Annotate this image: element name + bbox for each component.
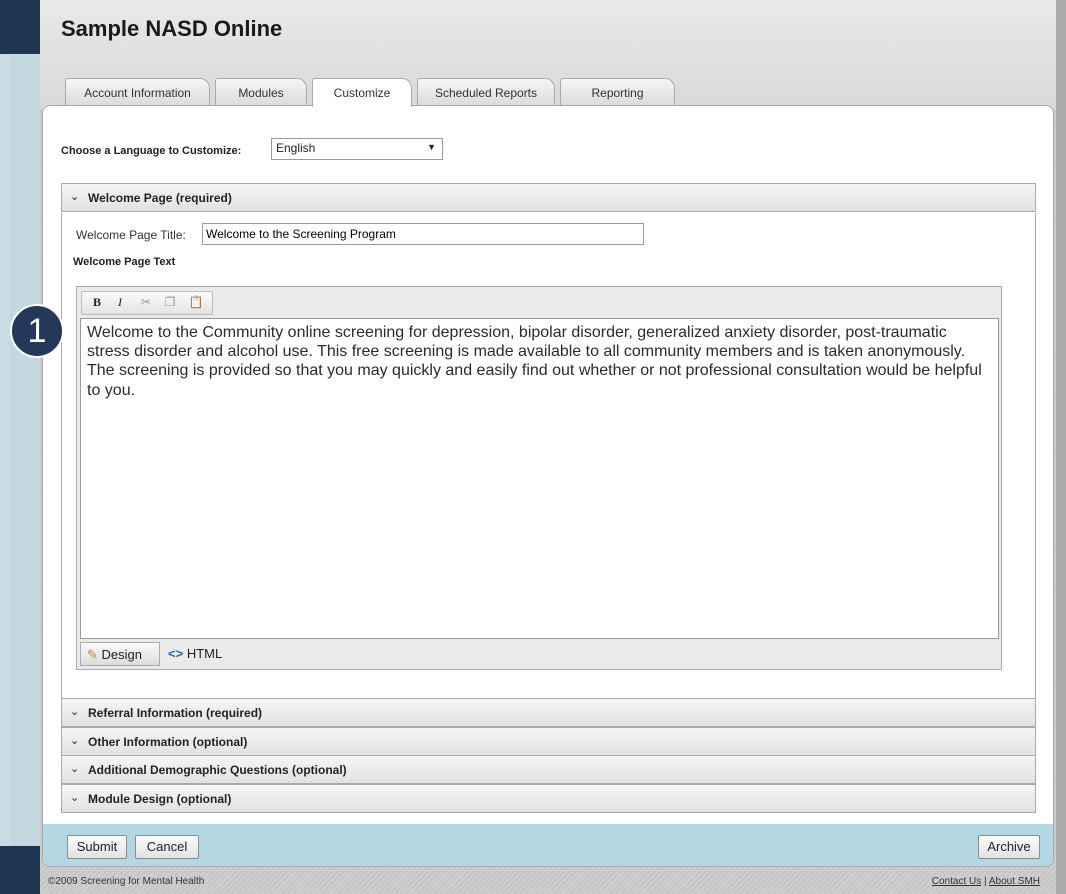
- cut-icon[interactable]: ✂: [136, 295, 156, 313]
- tab-customize[interactable]: Customize: [312, 78, 412, 107]
- copyright-text: ©2009 Screening for Mental Health: [48, 876, 205, 887]
- section-welcome-page-body: Welcome Page Title: Welcome Page Text B …: [61, 213, 1036, 701]
- design-mode-button[interactable]: ✎ Design: [80, 642, 160, 666]
- archive-button[interactable]: Archive: [978, 835, 1040, 859]
- submit-button[interactable]: Submit: [67, 835, 127, 859]
- tab-reporting[interactable]: Reporting: [560, 78, 675, 106]
- left-strip-inner: [10, 54, 40, 846]
- language-selected-value: English: [276, 141, 316, 155]
- tab-label: Account Information: [84, 86, 191, 100]
- section-title: Additional Demographic Questions (option…: [88, 763, 347, 777]
- action-bar: Submit Cancel Archive: [43, 824, 1053, 866]
- html-mode-button[interactable]: <> HTML: [168, 646, 222, 661]
- about-smh-link[interactable]: About SMH: [989, 876, 1040, 887]
- section-module-design-header[interactable]: ⌄ Module Design (optional): [61, 784, 1036, 813]
- chevron-down-icon: ⌄: [70, 763, 80, 775]
- section-title: Welcome Page (required): [88, 191, 232, 205]
- language-select[interactable]: English ▼: [271, 138, 443, 160]
- pencil-icon: ✎: [87, 647, 98, 662]
- customize-panel: Choose a Language to Customize: English …: [42, 105, 1054, 867]
- chevron-down-icon: ⌄: [70, 792, 80, 804]
- italic-button[interactable]: I: [110, 295, 130, 313]
- tab-label: Customize: [333, 86, 391, 100]
- page: Sample NASD Online Account Information M…: [40, 0, 1066, 894]
- dropdown-caret-icon: ▼: [427, 142, 436, 152]
- welcome-text-label: Welcome Page Text: [73, 256, 176, 268]
- tab-modules[interactable]: Modules: [215, 78, 307, 106]
- section-other-information-header[interactable]: ⌄ Other Information (optional): [61, 727, 1036, 756]
- welcome-title-input[interactable]: [202, 223, 644, 245]
- copy-icon[interactable]: ❐: [160, 295, 180, 313]
- section-title: Referral Information (required): [88, 706, 263, 720]
- tab-label: Modules: [238, 86, 284, 100]
- html-mode-label: HTML: [186, 646, 223, 661]
- tab-account-information[interactable]: Account Information: [65, 78, 210, 106]
- code-icon: <>: [168, 646, 184, 661]
- section-referral-information-header[interactable]: ⌄ Referral Information (required): [61, 698, 1036, 727]
- editor-content-area[interactable]: Welcome to the Community online screenin…: [80, 318, 999, 639]
- editor-toolbar-group: B I ✂ ❐ 📋: [81, 291, 213, 315]
- footer-separator: |: [984, 876, 987, 887]
- callout-marker: 1: [10, 304, 64, 358]
- section-title: Module Design (optional): [88, 792, 232, 806]
- tab-scheduled-reports[interactable]: Scheduled Reports: [417, 78, 555, 106]
- tab-label: Reporting: [591, 86, 644, 100]
- paste-icon[interactable]: 📋: [186, 295, 206, 313]
- left-background-strip: [0, 0, 40, 894]
- site-title: Sample NASD Online: [61, 16, 283, 41]
- right-edge: [1056, 0, 1066, 894]
- bold-button[interactable]: B: [87, 295, 107, 313]
- welcome-title-label: Welcome Page Title:: [76, 228, 186, 242]
- contact-us-link[interactable]: Contact Us: [932, 876, 981, 887]
- cancel-button[interactable]: Cancel: [135, 835, 199, 859]
- rich-text-editor: B I ✂ ❐ 📋 Welcome to the Community onlin…: [76, 286, 1002, 670]
- chevron-down-icon: ⌄: [70, 735, 80, 747]
- footer-links: Contact Us | About SMH: [932, 876, 1040, 887]
- chevron-down-icon: ⌄: [70, 706, 80, 718]
- chevron-down-icon: ⌄: [70, 191, 80, 203]
- section-title: Other Information (optional): [88, 735, 248, 749]
- tab-label: Scheduled Reports: [434, 86, 538, 100]
- design-mode-label: Design: [101, 647, 142, 662]
- section-welcome-page-header[interactable]: ⌄ Welcome Page (required): [61, 183, 1036, 212]
- language-label: Choose a Language to Customize:: [61, 145, 242, 157]
- section-additional-demographics-header[interactable]: ⌄ Additional Demographic Questions (opti…: [61, 755, 1036, 784]
